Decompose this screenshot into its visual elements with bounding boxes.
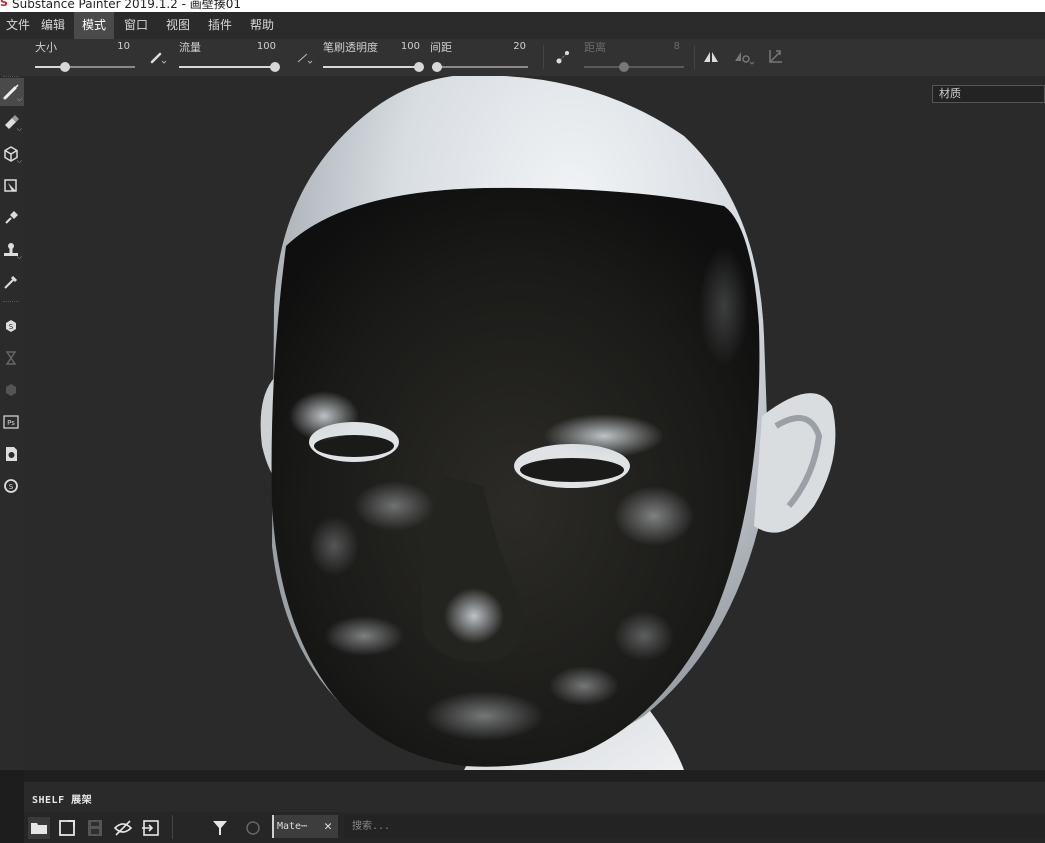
history-icon [5,351,17,365]
smudge-tool[interactable] [0,204,24,232]
bake-tool[interactable] [0,440,24,468]
new-window-icon [59,820,75,836]
filter-chip-label: Mate⋯ [277,821,308,832]
folder-button[interactable] [28,817,50,839]
sync-icon: S [4,479,18,493]
distance-label: 距离 [584,41,606,54]
window-title: Substance Painter 2019.1.2 - 画壁揍01 [12,0,242,11]
menu-edit[interactable]: 编辑 [33,12,73,39]
distance-value: 8 [673,41,680,52]
size-slider[interactable] [35,62,135,72]
substance-icon: S [6,320,16,332]
spacing-value[interactable]: 20 [496,41,526,52]
toolbar-divider [543,45,544,69]
hide-button[interactable] [112,817,134,839]
head-model [260,76,836,770]
color-picker-tool[interactable] [0,268,24,296]
size-label: 大小 [35,41,57,54]
size-value[interactable]: 10 [100,41,130,52]
shelf-toolbar: Mate⋯ ✕ 搜索... [24,812,1045,843]
3d-viewport[interactable]: 材质 [24,76,1045,770]
flow-slider[interactable] [179,62,280,72]
flow-slider-fill [179,66,275,68]
layer-icon [6,384,16,396]
spacing-label: 间距 [430,41,452,54]
menu-plugins[interactable]: 插件 [200,12,240,39]
filter-button[interactable] [209,817,231,839]
clone-tool[interactable]: ⌵ [0,236,24,264]
history-tool[interactable] [0,344,24,372]
save-icon [88,820,102,836]
tools-sidebar: ⌵ ⌵ ⌵ ⌵ S Ps S [0,76,24,770]
opacity-value[interactable]: 100 [390,41,420,52]
menu-help[interactable]: 帮助 [242,12,282,39]
chevron-down-icon: ⌵ [16,125,22,133]
flow-slider-handle[interactable] [270,62,280,72]
reset-filter-button[interactable] [242,817,264,839]
svg-text:Ps: Ps [7,419,15,427]
svg-text:S: S [9,483,14,491]
folder-icon [31,823,47,834]
color-picker-icon [4,275,18,289]
snap-icon[interactable] [766,48,784,66]
eye-hidden-icon [113,820,133,836]
distance-slider [584,62,684,72]
spacing-slider-handle[interactable] [431,62,442,72]
bake-icon [6,447,17,461]
app-logo-icon: S [0,0,8,9]
import-icon [142,820,159,836]
shelf-divider [172,815,173,839]
opacity-slider-handle[interactable] [414,62,424,72]
photoshop-icon: Ps [3,415,19,429]
brush-preset-icon[interactable] [148,48,167,66]
panel-divider [24,770,1045,782]
layer-tool[interactable] [0,376,24,404]
import-button[interactable] [140,817,162,839]
polygon-fill-tool[interactable] [0,172,24,200]
close-icon[interactable]: ✕ [324,815,332,838]
sidebar-separator [3,301,19,303]
chevron-down-icon: ⌵ [16,95,22,103]
alpha-preset-icon[interactable] [295,48,313,66]
symmetry-settings-icon[interactable] [734,48,755,66]
smudge-icon [5,211,18,224]
shelf-title: SHELF 展架 [32,795,93,806]
brush-tool[interactable]: ⌵ [0,78,24,106]
title-bar: S Substance Painter 2019.1.2 - 画壁揍01 [0,0,1045,12]
symmetry-icon[interactable] [702,48,720,66]
spacing-slider[interactable] [431,62,528,72]
filter-icon [213,821,227,835]
chevron-down-icon: ⌵ [16,253,22,261]
menu-window[interactable]: 窗口 [116,12,156,39]
opacity-label: 笔刷透明度 [323,41,378,54]
opacity-slider-fill [323,66,419,68]
sync-tool[interactable]: S [0,472,24,500]
substance-source-tool[interactable]: S [0,312,24,340]
shelf-header: SHELF 展架 [24,782,1045,812]
filter-chip[interactable]: Mate⋯ ✕ [272,815,338,838]
new-resource-button[interactable] [56,817,78,839]
size-slider-handle[interactable] [60,62,70,72]
distance-slider-handle [619,62,629,72]
tool-properties-bar: 大小 10 流量 100 笔刷透明度 100 间距 20 距离 8 [0,39,1045,76]
polygon-fill-icon [4,179,17,192]
menu-view[interactable]: 视图 [158,12,198,39]
material-mode-dropdown[interactable]: 材质 [932,85,1045,103]
save-button[interactable] [84,817,106,839]
search-input[interactable]: 搜索... [344,815,1045,838]
menu-mode[interactable]: 模式 [74,12,114,39]
reset-icon [246,821,260,835]
eraser-tool[interactable]: ⌵ [0,108,24,136]
flow-label: 流量 [179,41,201,54]
menu-bar: 文件 编辑 模式 窗口 视图 插件 帮助 [0,12,1045,39]
svg-text:S: S [9,323,14,331]
projection-tool[interactable]: ⌵ [0,140,24,168]
chevron-down-icon: ⌵ [16,157,22,165]
opacity-slider[interactable] [323,62,424,72]
flow-value[interactable]: 100 [246,41,276,52]
photoshop-export-tool[interactable]: Ps [0,408,24,436]
lazy-mouse-icon[interactable] [554,48,572,66]
toolbar-divider [694,45,695,69]
